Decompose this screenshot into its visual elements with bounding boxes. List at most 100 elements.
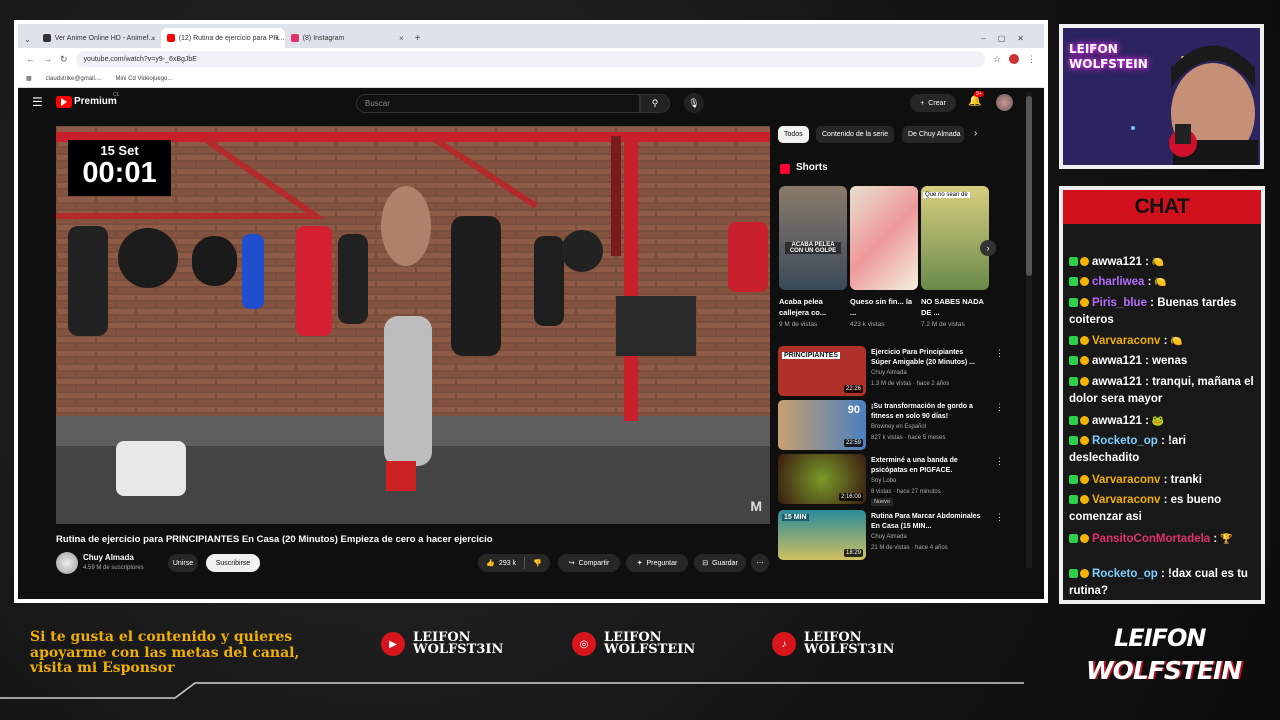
social-instagram[interactable]: ◎ LEIFON WOLFSTEIN (572, 631, 695, 656)
chip-series[interactable]: Contenido de la serie (816, 126, 895, 143)
recommended-video[interactable]: 90 22:59 ¡Su transformación de gordo a f… (778, 400, 1008, 452)
chat-username[interactable]: Varvaraconv (1092, 474, 1160, 486)
badge-icon (1080, 569, 1089, 578)
scrollbar-thumb[interactable] (1026, 96, 1032, 276)
video-thumbnail: 90 22:59 (778, 400, 866, 450)
tab-anime[interactable]: Ver Anime Online HD - Animef... × (37, 28, 161, 48)
short-thumbnail: Que no sean de (921, 186, 989, 290)
apps-icon[interactable]: ▦ (26, 75, 32, 82)
chat-username[interactable]: awwa121 (1092, 415, 1142, 427)
subscribe-button[interactable]: Suscribirse (206, 554, 260, 572)
bookmark-icon: ⊟ (702, 560, 709, 567)
create-button[interactable]: + Crear (910, 94, 956, 112)
recommended-video[interactable]: 2:16:00 Exterminé a una banda de psicópa… (778, 454, 1008, 506)
save-button[interactable]: ⊟ Guardar (694, 554, 746, 572)
video-title: Rutina de ejercicio para PRINCIPIANTES E… (56, 534, 493, 545)
short-views: 423 k vistas (850, 321, 885, 328)
more-icon[interactable]: ⋮ (995, 512, 1004, 523)
menu-icon[interactable]: ⋮ (1027, 54, 1036, 65)
chat-username[interactable]: awwa121 (1092, 376, 1142, 388)
video-thumbnail: 15 MIN 18:29 (778, 510, 866, 560)
short-views: 7.2 M de vistas (921, 321, 965, 328)
tab-strip: ⌄ Ver Anime Online HD - Animef... × (12)… (18, 24, 1044, 48)
badge-icon (1080, 475, 1089, 484)
bookmark-item[interactable]: claudstrike@gmail.... (46, 76, 102, 82)
short-thumbnail: ACABA PELEA CON UN GOLPE (779, 186, 847, 290)
avatar[interactable] (996, 94, 1013, 111)
video-player[interactable]: 15 Set 00:01 M (56, 126, 770, 524)
social-tiktok[interactable]: ♪ LEIFON WOLFST3IN (772, 631, 894, 656)
short-item[interactable]: Que no sean de NO SABES NADA DE ... 7.2 … (921, 186, 989, 328)
short-thumbnail (850, 186, 918, 290)
kick-badge-icon (1069, 436, 1078, 445)
reload-icon[interactable]: ↻ (60, 54, 68, 65)
share-button[interactable]: ↪ Compartir (558, 554, 620, 572)
tab-instagram[interactable]: (8) Instagram × (285, 28, 409, 48)
more-icon[interactable]: ⋮ (995, 402, 1004, 413)
kick-badge-icon (1069, 495, 1078, 504)
close-icon[interactable]: × (275, 34, 280, 43)
notification-badge: 9+ (974, 91, 984, 97)
shorts-next-icon[interactable]: › (980, 240, 996, 256)
forward-icon[interactable]: → (43, 54, 52, 64)
join-button[interactable]: Unirse (168, 554, 198, 572)
chevron-right-icon[interactable]: › (974, 128, 977, 139)
close-icon[interactable]: × (399, 34, 404, 43)
badge-icon (1080, 495, 1089, 504)
scrollbar[interactable] (1026, 92, 1032, 568)
bookmark-item[interactable]: Mini Cd Videojuego... (115, 76, 172, 82)
chat-username[interactable]: Varvaraconv (1092, 335, 1160, 347)
new-badge: Nuevo (871, 498, 893, 506)
chat-username[interactable]: awwa121 (1092, 355, 1142, 367)
chip-all[interactable]: Todos (778, 126, 809, 143)
short-item[interactable]: ACABA PELEA CON UN GOLPE Acaba pelea cal… (779, 186, 847, 328)
chat-message: Rocketo_op : !ari deslechadito (1069, 433, 1257, 467)
thumbnail-text: 90 (847, 404, 860, 416)
chat-username[interactable]: PansitoConMortadela (1092, 533, 1210, 545)
plus-icon: + (920, 99, 925, 107)
chat-username[interactable]: Piris_blue (1092, 297, 1147, 309)
more-icon[interactable]: ⋮ (995, 456, 1004, 467)
like-dislike-group[interactable]: 👍 293 k 👎 (478, 554, 550, 572)
more-actions-icon[interactable]: ⋯ (751, 554, 769, 572)
bookmarks-bar: ▦ claudstrike@gmail.... Mini Cd Videojue… (18, 70, 1044, 88)
like-icon[interactable]: 👍 (486, 559, 495, 567)
close-icon[interactable]: × (151, 34, 156, 43)
kick-badge-icon (1069, 356, 1078, 365)
star-icon[interactable]: ☆ (993, 54, 1001, 65)
chat-username[interactable]: Varvaraconv (1092, 494, 1160, 506)
short-item[interactable]: Queso sin fin... la ... 423 k vistas (850, 186, 918, 328)
chat-message: PansitoConMortadela : 🏆 (1069, 531, 1257, 548)
tab-label: (8) Instagram (302, 34, 345, 42)
new-tab-button[interactable]: + (415, 33, 421, 44)
more-icon[interactable]: ⋮ (995, 348, 1004, 359)
tab-youtube[interactable]: (12) Rutina de ejercicio para PR... × (160, 28, 285, 48)
channel-avatar[interactable] (56, 552, 78, 574)
recommended-video[interactable]: PRINCIPIANTES 22:26 Ejercicio Para Princ… (778, 346, 1008, 398)
short-overlay-text: Que no sean de (923, 192, 970, 198)
tab-search-icon[interactable]: ⌄ (24, 35, 31, 44)
search-icon[interactable]: ⚲ (640, 94, 670, 113)
profile-icon[interactable] (1009, 54, 1019, 64)
chat-panel: CHAT awwa121 : 🍋 charliwea : 🍋 Piris_blue … (1063, 190, 1261, 600)
recommended-video[interactable]: 15 MIN 18:29 Rutina Para Marcar Abdomina… (778, 510, 1008, 562)
chat-username[interactable]: charliwea (1092, 276, 1144, 288)
social-youtube[interactable]: ▶ LEIFON WOLFST3IN (381, 631, 503, 656)
search-input[interactable]: Buscar (356, 94, 640, 113)
chat-message: awwa121 : wenas (1069, 353, 1257, 370)
chat-username[interactable]: Rocketo_op (1092, 435, 1158, 447)
channel-name[interactable]: Chuy Almada (83, 553, 134, 562)
window-controls[interactable]: –▢✕ (981, 34, 1036, 43)
chip-channel[interactable]: De Chuy Almada (902, 126, 964, 143)
microphone-icon[interactable]: 🎙 (684, 93, 704, 113)
url-field[interactable]: youtube.com/watch?v=y9-_6xBgJbE (75, 51, 985, 67)
chat-username[interactable]: Rocketo_op (1092, 568, 1158, 580)
dislike-icon[interactable]: 👎 (533, 559, 542, 567)
ask-button[interactable]: ✦ Preguntar (626, 554, 688, 572)
back-icon[interactable]: ← (26, 54, 35, 64)
video-duration: 18:29 (843, 549, 863, 557)
chat-message: Varvaraconv : 🍋 (1069, 333, 1257, 350)
timer-value: 00:01 (82, 157, 157, 189)
hamburger-icon[interactable]: ☰ (32, 95, 43, 109)
chat-username[interactable]: awwa121 (1092, 256, 1142, 268)
